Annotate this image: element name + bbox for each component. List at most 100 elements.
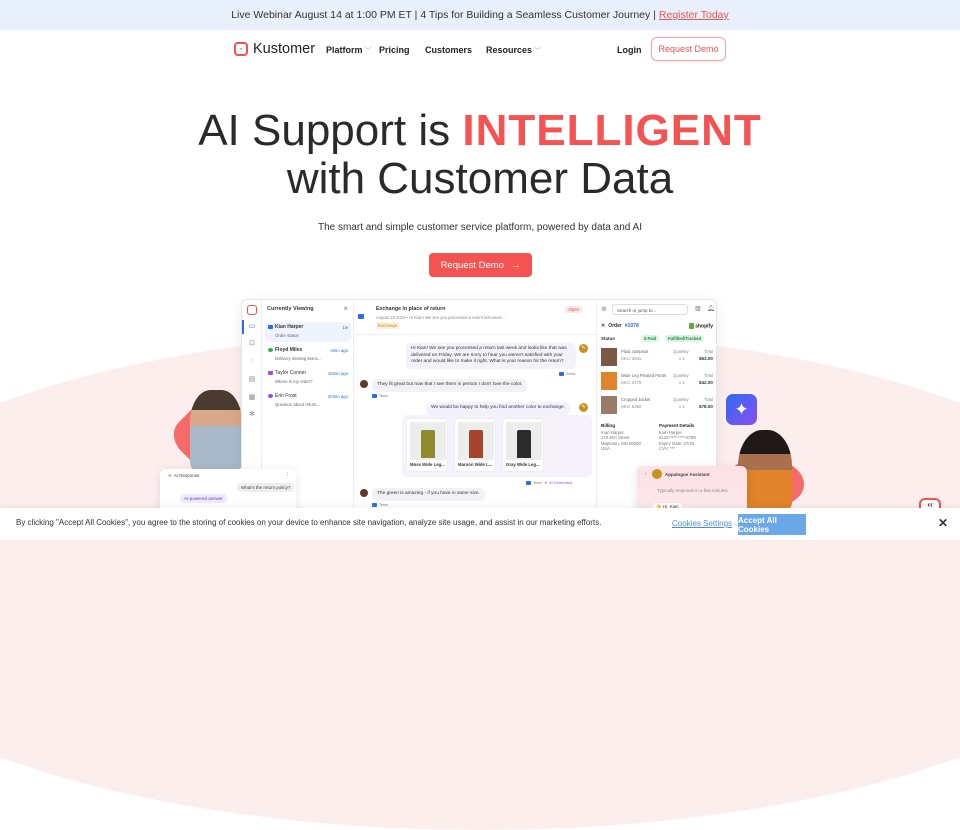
total-label: Total — [704, 349, 713, 354]
brand-logo[interactable]: ᵕ Kustomer — [234, 41, 315, 57]
message-bubble: We would be happy to help you find anoth… — [426, 402, 571, 415]
message-author: Tenin — [379, 503, 389, 507]
pants-image — [421, 430, 435, 458]
nav-pricing-label: Pricing — [379, 45, 410, 55]
refresh-icon[interactable]: ◌ — [248, 358, 256, 366]
ai-sparkle-icon: ✦ — [544, 481, 548, 485]
quantity-label: Quantity — [673, 349, 689, 354]
item-total: $78.00 — [698, 404, 713, 409]
email-icon — [358, 314, 364, 319]
email-icon — [268, 325, 273, 329]
nav-request-demo-button[interactable]: Request Demo — [651, 37, 726, 61]
chevron-down-icon: ﹀ — [534, 48, 542, 55]
banner-text: Live Webinar August 14 at 1:00 PM ET | 4… — [231, 9, 656, 21]
nav-pricing[interactable]: Pricing — [379, 45, 410, 55]
conversation-preview: Order status — [275, 333, 299, 338]
conversation-preview: Delivery missing items... — [275, 356, 322, 361]
paid-badge: $ Paid — [641, 335, 660, 342]
conversation-item[interactable]: Kian Harper 1w Order status — [265, 322, 351, 342]
search-list-icon[interactable]: ⊡ — [248, 340, 256, 348]
product-image — [458, 422, 494, 460]
bell-icon[interactable]: 🔔︎ — [707, 305, 715, 312]
login-link[interactable]: Login — [617, 45, 642, 55]
accept-cookies-button[interactable]: Accept All Cookies — [738, 514, 806, 535]
message-bubble: Hi Kian! We see you processed a return l… — [406, 343, 576, 369]
more-icon[interactable]: ⋮ — [286, 472, 291, 478]
conversation-preview: Where is my order? — [275, 379, 313, 384]
inbox-icon[interactable]: ▭ — [248, 323, 256, 331]
email-icon — [526, 480, 531, 485]
conversation-name: Erin Frost — [275, 393, 297, 399]
item-name: Plaid Jumpsuit — [621, 349, 649, 354]
thread-header: Exchange in place of return August 18 20… — [354, 300, 596, 335]
close-icon[interactable]: ✕ — [601, 323, 605, 329]
email-icon — [372, 503, 377, 507]
message-bubble: The green is amazing - if you have in sa… — [372, 488, 485, 501]
payment-title: Payment Details — [659, 423, 695, 428]
nav-platform-label: Platform — [326, 45, 363, 55]
cookie-banner: By clicking "Accept All Cookies", you ag… — [0, 508, 960, 540]
calendar-icon[interactable]: ▤ — [248, 376, 256, 384]
grid-icon[interactable]: ▦ — [248, 394, 256, 402]
product-card[interactable]: Gray Wide Leg... — [502, 418, 544, 472]
contacts-icon[interactable]: ▥ — [695, 305, 701, 312]
order-number[interactable]: #1078 — [625, 323, 639, 329]
thread-tag[interactable]: Exchange — [376, 322, 400, 329]
product-card[interactable]: Maroon Wide L... — [454, 418, 496, 472]
message-author: Tenin — [379, 394, 389, 398]
message-bubble: They fit great but now that I see them i… — [372, 379, 528, 392]
ai-answer-bubble: AI-powered answer — [180, 494, 227, 503]
conversation-item[interactable]: Floyd Miles 4min ago Delivery missing it… — [265, 345, 351, 365]
nav-customers[interactable]: Customers — [425, 45, 472, 55]
register-link[interactable]: Register Today — [659, 9, 729, 21]
hero-request-demo-button[interactable]: Request Demo → — [429, 253, 532, 277]
product-thumbnail — [601, 372, 617, 390]
conversation-item[interactable]: Erin Frost 20min ago Question about retu… — [265, 391, 351, 411]
item-sku: SKU: 2841 — [621, 356, 642, 361]
conversation-preview: Question about return... — [275, 402, 321, 407]
product-card[interactable]: Moss Wide Leg... — [406, 418, 448, 472]
message-author: Tenin — [533, 480, 543, 485]
nav-resources-label: Resources — [486, 45, 533, 55]
hero-subtitle: The smart and simple customer service pl… — [317, 222, 643, 233]
product-image — [506, 422, 542, 460]
item-total: $42.00 — [698, 380, 713, 385]
message-meta: Tenin — [372, 394, 388, 398]
conversation-time: 4min ago — [330, 348, 348, 353]
add-icon[interactable]: ⊕ — [601, 305, 607, 313]
email-icon — [559, 372, 564, 376]
whatsapp-icon — [268, 348, 273, 352]
product-name: Moss Wide Leg... — [410, 462, 445, 467]
payment-line: CVV: *** — [659, 446, 676, 451]
order-item: Cropped Jacket SKU: 5362 Quantity x 1 To… — [601, 396, 715, 416]
item-name: Cropped Jacket — [621, 397, 651, 402]
message-meta: Zenis — [559, 372, 575, 376]
product-thumbnail — [601, 348, 617, 366]
product-name: Gray Wide Leg... — [506, 462, 540, 467]
nav-platform[interactable]: Platform ﹀ — [326, 45, 372, 56]
status-badge[interactable]: Open — [565, 306, 582, 313]
widget-title: AI Response — [173, 473, 200, 478]
close-icon[interactable]: × — [343, 304, 348, 313]
conversation-item[interactable]: Taylor Conner 15min ago Where is my orde… — [265, 368, 351, 388]
conversation-time: 1w — [342, 325, 349, 330]
brand-name: Kustomer — [253, 41, 316, 57]
settings-icon[interactable]: ✻ — [248, 411, 256, 419]
hero-title-prefix: AI Support is — [198, 106, 451, 155]
quantity-label: Quantity — [673, 397, 689, 402]
hero-title-line2: with Customer Data — [286, 154, 674, 203]
product-image — [410, 422, 446, 460]
close-icon[interactable]: ✕ — [938, 516, 948, 530]
conversation-time: 15min ago — [327, 371, 348, 376]
announcement-banner: Live Webinar August 14 at 1:00 PM ET | 4… — [0, 0, 960, 30]
customer-avatar — [360, 489, 368, 497]
item-qty: x 1 — [679, 404, 685, 409]
conversation-time: 20min ago — [327, 394, 348, 399]
order-header: ✕ Order #1078 — [601, 323, 639, 329]
quantity-label: Quantity — [673, 373, 689, 378]
back-icon[interactable]: ‹ — [645, 471, 647, 476]
arrow-right-icon: → — [510, 259, 521, 271]
cookie-settings-link[interactable]: Cookies Settings — [672, 519, 732, 528]
search-input[interactable]: Search or jump to... — [612, 304, 688, 315]
nav-resources[interactable]: Resources ﹀ — [486, 45, 541, 56]
